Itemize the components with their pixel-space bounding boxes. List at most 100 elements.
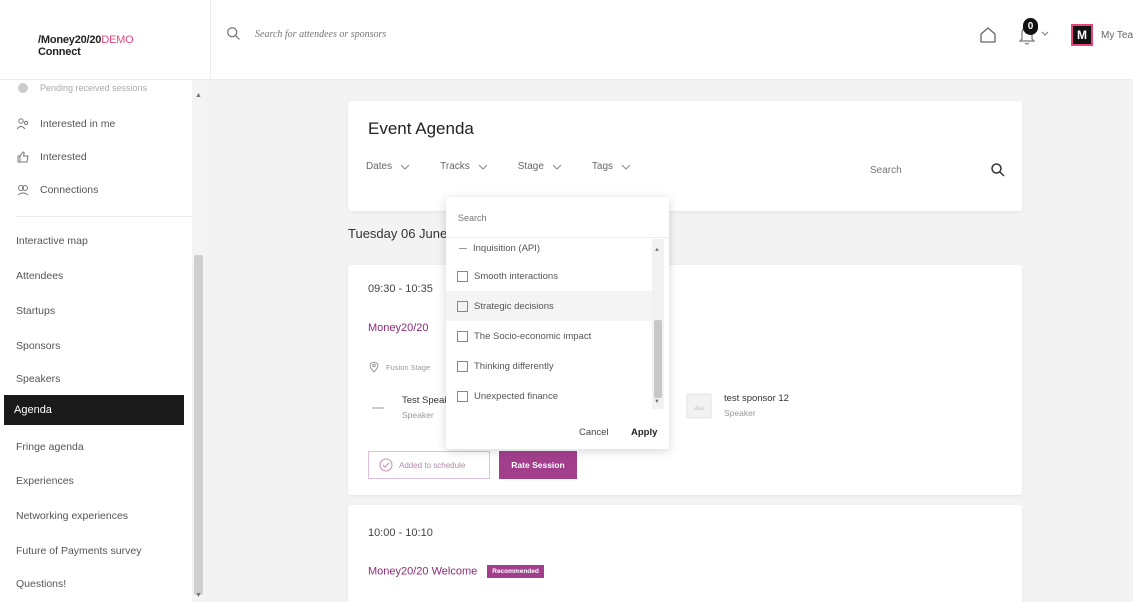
sidebar-item-label: Interested in me <box>40 118 116 130</box>
sidebar-item-questions[interactable]: Questions! <box>16 576 66 592</box>
rate-session-button[interactable]: Rate Session <box>499 451 577 479</box>
sidebar-item-pending[interactable]: Pending received sessions <box>16 80 147 96</box>
sidebar-item-interactive-map[interactable]: Interactive map <box>16 233 88 249</box>
logo-demo: DEMO <box>101 34 134 46</box>
global-search-input[interactable] <box>255 28 495 40</box>
sidebar-item-interested[interactable]: Interested <box>16 149 87 165</box>
location-label: Fusion Stage <box>386 362 431 372</box>
sidebar: Pending received sessions Interested in … <box>0 80 205 602</box>
track-option-strategic-decisions[interactable]: Strategic decisions <box>446 291 652 321</box>
top-bar: /Money20/20DEMO Connect 0 M My Team <box>0 0 1133 80</box>
session-title[interactable]: Money20/20 Welcome Recommended <box>368 565 544 578</box>
filter-dates[interactable]: Dates <box>362 157 414 176</box>
app-logo[interactable]: /Money20/20DEMO Connect <box>38 34 178 58</box>
track-option-inquisition-api[interactable]: Inquisition (API) <box>446 239 652 263</box>
sidebar-scrollbar-thumb[interactable] <box>194 255 203 595</box>
track-option-unexpected-finance[interactable]: Unexpected finance <box>446 381 652 409</box>
topbar-divider <box>210 0 211 80</box>
sidebar-divider <box>16 216 196 217</box>
location-pin-icon <box>369 361 379 373</box>
sidebar-item-label: Connections <box>40 184 99 196</box>
dash-icon <box>459 247 467 249</box>
sidebar-item-interested-in-me[interactable]: Interested in me <box>16 116 115 132</box>
added-label: Added to schedule <box>399 460 466 470</box>
notification-badge: 0 <box>1023 18 1038 35</box>
option-label: Unexpected finance <box>474 390 558 402</box>
filter-label: Tags <box>591 161 614 172</box>
filter-bar: Dates Tracks Stage Tags <box>362 157 657 176</box>
speaker-item[interactable]: test sponsor 12 Speaker <box>686 393 789 419</box>
sidebar-item-fringe-agenda[interactable]: Fringe agenda <box>16 439 84 455</box>
session-title-text: Money20/20 Welcome <box>368 565 478 578</box>
connections-icon <box>17 185 29 196</box>
scroll-up-icon[interactable]: ▲ <box>654 247 660 253</box>
filter-label: Stage <box>517 161 544 172</box>
check-circle-icon <box>379 458 393 472</box>
option-label: Strategic decisions <box>474 300 554 312</box>
checkbox[interactable] <box>457 390 468 402</box>
session-location: Fusion Stage <box>368 361 430 373</box>
sidebar-item-label: Pending received sessions <box>40 83 148 93</box>
option-label: The Socio-economic impact <box>474 330 592 342</box>
sidebar-item-future-of-payments-survey[interactable]: Future of Payments survey <box>16 543 141 559</box>
tracks-search-input[interactable] <box>458 213 618 223</box>
filter-tracks[interactable]: Tracks <box>436 157 492 176</box>
scroll-down-icon[interactable]: ▼ <box>654 399 660 405</box>
filter-stage[interactable]: Stage <box>514 157 566 176</box>
filter-tags[interactable]: Tags <box>588 157 635 176</box>
checkbox[interactable] <box>457 360 468 372</box>
sidebar-item-agenda[interactable]: Agenda <box>4 395 184 425</box>
session-time: 09:30 - 10:35 <box>368 283 433 295</box>
speaker-item[interactable]: Test Speaker Speaker <box>368 395 457 420</box>
team-label[interactable]: My Team <box>1101 30 1133 41</box>
session-card[interactable]: 10:00 - 10:10 Money20/20 Welcome Recommen… <box>348 505 1022 602</box>
chevron-down-icon <box>478 164 488 170</box>
sidebar-item-sponsors[interactable]: Sponsors <box>16 338 60 354</box>
sidebar-item-label: Interested <box>40 151 87 163</box>
chevron-down-icon <box>400 164 410 170</box>
logo-main: /Money20/20 <box>38 34 102 46</box>
sidebar-item-connections[interactable]: Connections <box>16 182 98 198</box>
added-to-schedule-button[interactable]: Added to schedule <box>368 451 490 479</box>
checkbox[interactable] <box>457 300 468 312</box>
dropdown-scrollbar-thumb[interactable] <box>654 320 662 398</box>
session-time: 10:00 - 10:10 <box>368 527 433 539</box>
search-icon[interactable] <box>990 162 1006 178</box>
top-icons: 0 M My Team <box>977 18 1133 52</box>
apply-button[interactable]: Apply <box>631 427 657 438</box>
track-option-socio-economic-impact[interactable]: The Socio-economic impact <box>446 321 652 351</box>
filter-label: Dates <box>366 161 393 172</box>
pending-icon <box>18 83 28 93</box>
home-icon[interactable] <box>977 24 999 46</box>
scroll-up-icon[interactable]: ▲ <box>195 92 202 99</box>
page-title: Event Agenda <box>368 119 474 138</box>
team-avatar[interactable]: M <box>1071 24 1093 46</box>
sidebar-item-attendees[interactable]: Attendees <box>16 268 63 284</box>
global-search[interactable] <box>225 18 525 50</box>
checkbox[interactable] <box>457 330 468 342</box>
thumbs-up-icon <box>17 151 29 163</box>
scroll-down-icon[interactable]: ▼ <box>195 592 202 599</box>
option-label: Smooth interactions <box>474 270 558 282</box>
track-option-thinking-differently[interactable]: Thinking differently <box>446 351 652 381</box>
agenda-search-input[interactable] <box>870 164 960 176</box>
filter-label: Tracks <box>440 161 470 172</box>
tracks-dropdown: Inquisition (API) Smooth interactions St… <box>446 197 669 449</box>
sidebar-item-speakers[interactable]: Speakers <box>16 371 60 387</box>
image-placeholder-icon <box>686 393 712 419</box>
search-icon <box>227 27 240 40</box>
checkbox[interactable] <box>457 270 468 282</box>
track-option-smooth-interactions[interactable]: Smooth interactions <box>446 261 652 291</box>
sidebar-item-networking-experiences[interactable]: Networking experiences <box>16 508 128 524</box>
recommended-badge: Recommended <box>487 565 544 578</box>
session-title[interactable]: Money20/20 <box>368 322 429 334</box>
notifications-button[interactable]: 0 <box>1017 18 1051 50</box>
speaker-role: Speaker <box>724 408 756 418</box>
agenda-search[interactable] <box>870 158 1006 182</box>
logo-sub: Connect <box>38 46 81 58</box>
sidebar-item-startups[interactable]: Startups <box>16 303 55 319</box>
date-heading: Tuesday 06 June <box>348 226 448 241</box>
people-icon <box>16 118 29 130</box>
cancel-button[interactable]: Cancel <box>579 427 609 438</box>
sidebar-item-experiences[interactable]: Experiences <box>16 473 74 489</box>
